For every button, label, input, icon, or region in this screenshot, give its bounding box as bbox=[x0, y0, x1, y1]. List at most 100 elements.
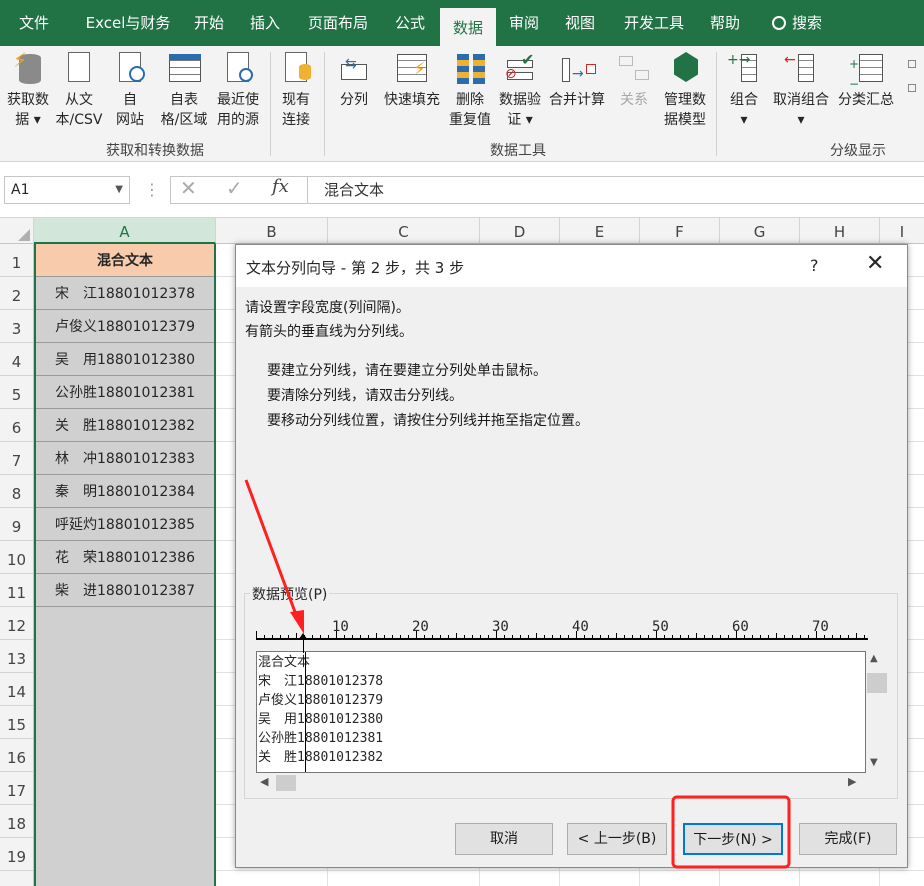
cell-a3[interactable]: 卢俊义18801012379 bbox=[36, 310, 214, 343]
remove-duplicates-button[interactable]: 删除 重复值 bbox=[444, 50, 496, 130]
row-header[interactable]: 3 bbox=[0, 310, 33, 343]
name-box[interactable]: A1 ▼ bbox=[4, 176, 130, 204]
cell-a5[interactable]: 公孙胜18801012381 bbox=[36, 376, 214, 409]
scroll-thumb[interactable] bbox=[867, 673, 887, 693]
dialog-title-bar[interactable]: 文本分列向导 - 第 2 步，共 3 步 ? ✕ bbox=[236, 245, 907, 287]
tab-formulas[interactable]: 公式 bbox=[384, 0, 436, 46]
column-break-line[interactable] bbox=[305, 652, 306, 772]
chevron-down-icon: ▼ bbox=[115, 184, 123, 195]
row-header[interactable]: 7 bbox=[0, 442, 33, 475]
row-header[interactable]: 5 bbox=[0, 376, 33, 409]
scroll-up-icon[interactable]: ▲ bbox=[870, 653, 878, 664]
column-ruler[interactable]: 10 20 30 40 50 60 70 bbox=[256, 615, 868, 641]
flash-fill-button[interactable]: ⚡ 快速填充 bbox=[380, 50, 444, 110]
tell-me-search[interactable]: 搜索 bbox=[762, 0, 832, 46]
row-header[interactable]: 15 bbox=[0, 706, 33, 739]
column-header-i[interactable]: I bbox=[880, 218, 924, 244]
cell-a9[interactable]: 呼延灼18801012385 bbox=[36, 508, 214, 541]
consolidate-button[interactable]: → 合并计算 bbox=[546, 50, 608, 110]
cell-a4[interactable]: 吴 用18801012380 bbox=[36, 343, 214, 376]
cell-a10[interactable]: 花 荣18801012386 bbox=[36, 541, 214, 574]
column-header-e[interactable]: E bbox=[560, 218, 640, 244]
cell-a1[interactable]: 混合文本 bbox=[36, 244, 214, 277]
row-header[interactable]: 1 bbox=[0, 244, 33, 277]
close-icon[interactable]: ✕ bbox=[866, 253, 884, 275]
row-header[interactable]: 13 bbox=[0, 640, 33, 673]
instruction-move-break: 要移动分列线位置，请按住分列线并拖至指定位置。 bbox=[267, 413, 589, 429]
cancel-button[interactable]: 取消 bbox=[455, 823, 553, 855]
relationships-button[interactable]: 关系 bbox=[614, 50, 654, 110]
tab-review[interactable]: 审阅 bbox=[498, 0, 550, 46]
column-header-g[interactable]: G bbox=[720, 218, 800, 244]
preview-horizontal-scrollbar[interactable]: ◀ ▶ bbox=[256, 773, 866, 793]
row-header[interactable]: 12 bbox=[0, 607, 33, 640]
from-table-range-button[interactable]: 自表 格/区域 bbox=[158, 50, 210, 130]
cell-a11[interactable]: 柴 进18801012387 bbox=[36, 574, 214, 607]
get-data-button[interactable]: ⚡ 获取数据 ▾ bbox=[2, 50, 54, 130]
help-button[interactable]: ? bbox=[810, 256, 819, 275]
row-header[interactable]: 4 bbox=[0, 343, 33, 376]
select-all-corner[interactable] bbox=[0, 218, 34, 244]
tab-data[interactable]: 数据 bbox=[440, 8, 496, 46]
row-header[interactable]: 10 bbox=[0, 541, 33, 574]
group-label-get-transform: 获取和转换数据 bbox=[106, 143, 204, 159]
scroll-thumb[interactable] bbox=[276, 775, 296, 791]
finish-button[interactable]: 完成(F) bbox=[799, 823, 897, 855]
row-header[interactable]: 9 bbox=[0, 508, 33, 541]
column-header-a[interactable]: A bbox=[34, 218, 216, 244]
column-header-d[interactable]: D bbox=[480, 218, 560, 244]
from-text-csv-button[interactable]: 从文 本/CSV bbox=[52, 50, 106, 130]
preview-line: 公孙胜18801012381 bbox=[258, 731, 384, 746]
subtotal-icon: + − bbox=[849, 50, 883, 91]
data-preview-label: 数据预览(P) bbox=[250, 584, 330, 604]
cell-a8[interactable]: 秦 明18801012384 bbox=[36, 475, 214, 508]
row-header[interactable]: 18 bbox=[0, 805, 33, 838]
column-header-h[interactable]: H bbox=[800, 218, 880, 244]
insert-function-icon[interactable]: fx bbox=[272, 176, 289, 197]
from-web-button[interactable]: 自网站 bbox=[110, 50, 150, 130]
tab-developer[interactable]: 开发工具 bbox=[614, 0, 694, 46]
tab-file[interactable]: 文件 bbox=[8, 0, 60, 46]
column-header-b[interactable]: B bbox=[216, 218, 328, 244]
text-to-columns-button[interactable]: ⇆ 分列 bbox=[334, 50, 374, 110]
tab-home[interactable]: 开始 bbox=[184, 0, 234, 46]
preview-vertical-scrollbar[interactable]: ▲ ▼ bbox=[866, 651, 888, 773]
column-a-selected[interactable]: 混合文本 宋 江18801012378 卢俊义18801012379 吴 用18… bbox=[34, 244, 216, 886]
cancel-entry-icon[interactable]: ✕ bbox=[180, 176, 197, 200]
cell-a7[interactable]: 林 冲18801012383 bbox=[36, 442, 214, 475]
tab-page-layout[interactable]: 页面布局 bbox=[298, 0, 378, 46]
manage-data-model-button[interactable]: 管理数 据模型 bbox=[658, 50, 712, 130]
scroll-left-icon[interactable]: ◀ bbox=[260, 775, 268, 788]
row-header[interactable]: 16 bbox=[0, 739, 33, 772]
scroll-down-icon[interactable]: ▼ bbox=[870, 757, 878, 768]
ungroup-button[interactable]: ← 取消组合 ▾ bbox=[770, 50, 832, 130]
text-file-icon bbox=[62, 50, 96, 86]
data-validation-button[interactable]: ✔ ⊘ 数据验证 ▾ bbox=[496, 50, 544, 130]
row-header[interactable]: 17 bbox=[0, 772, 33, 805]
row-header[interactable]: 2 bbox=[0, 277, 33, 310]
row-header[interactable]: 11 bbox=[0, 574, 33, 607]
row-header[interactable]: 6 bbox=[0, 409, 33, 442]
back-button[interactable]: < 上一步(B) bbox=[567, 823, 667, 855]
tab-help[interactable]: 帮助 bbox=[700, 0, 750, 46]
recent-sources-button[interactable]: 最近使 用的源 bbox=[212, 50, 264, 130]
tab-insert[interactable]: 插入 bbox=[240, 0, 290, 46]
cell-a6[interactable]: 关 胜18801012382 bbox=[36, 409, 214, 442]
next-button[interactable]: 下一步(N) > bbox=[683, 823, 783, 855]
data-preview-area[interactable]: 混合文本 宋 江18801012378 卢俊义18801012379 吴 用18… bbox=[256, 651, 866, 773]
row-header[interactable]: 14 bbox=[0, 673, 33, 706]
row-header[interactable]: 19 bbox=[0, 838, 33, 871]
group-button[interactable]: +→ 组合 ▾ bbox=[724, 50, 764, 130]
tab-excel-finance[interactable]: Excel与财务 bbox=[74, 0, 182, 46]
confirm-entry-icon[interactable]: ✓ bbox=[226, 176, 243, 200]
formula-input[interactable]: 混合文本 bbox=[307, 176, 924, 204]
show-detail-icon[interactable] bbox=[908, 60, 918, 120]
cell-a2[interactable]: 宋 江18801012378 bbox=[36, 277, 214, 310]
column-header-f[interactable]: F bbox=[640, 218, 720, 244]
column-header-c[interactable]: C bbox=[328, 218, 480, 244]
subtotal-button[interactable]: + − 分类汇总 bbox=[834, 50, 898, 110]
existing-connections-button[interactable]: 现有 连接 bbox=[276, 50, 316, 130]
tab-view[interactable]: 视图 bbox=[554, 0, 606, 46]
row-header[interactable]: 8 bbox=[0, 475, 33, 508]
scroll-right-icon[interactable]: ▶ bbox=[848, 775, 856, 788]
